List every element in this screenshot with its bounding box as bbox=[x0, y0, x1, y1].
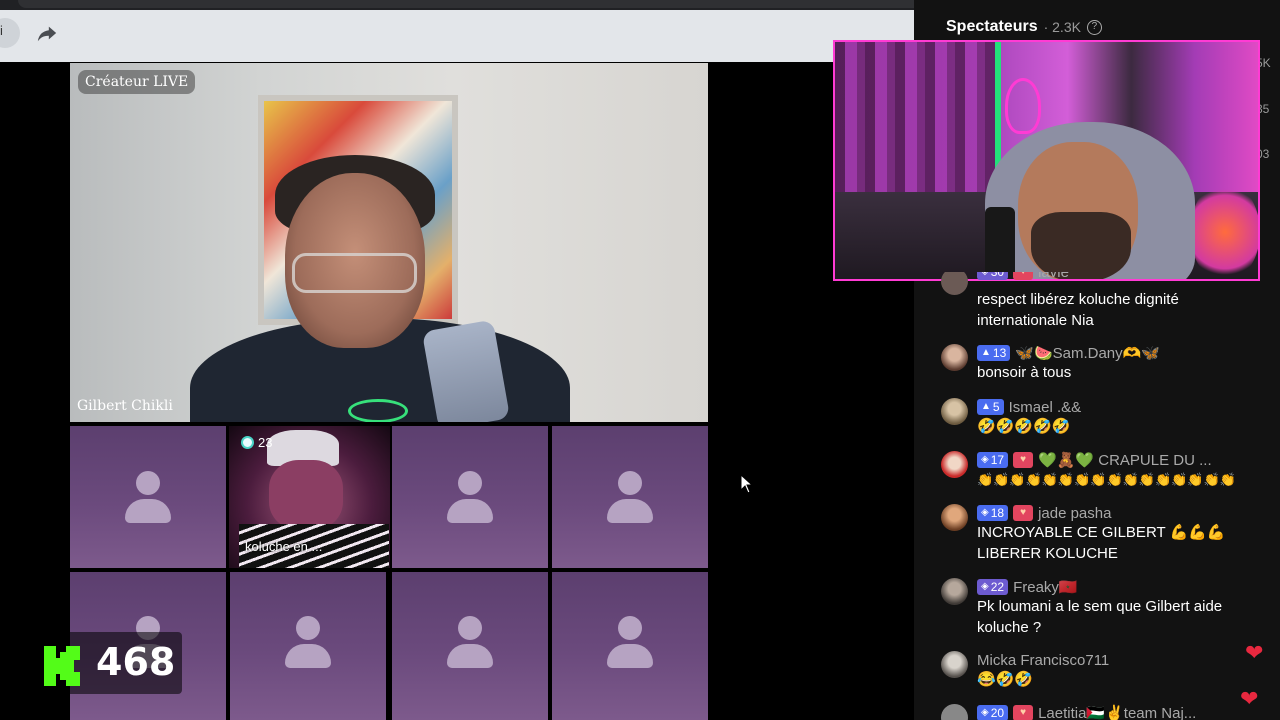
person-placeholder-icon-body bbox=[607, 644, 653, 668]
chat-text: INCROYABLE CE GILBERT 💪💪💪 LIBERER KOLUCH… bbox=[977, 524, 1226, 562]
empty-guest-slot[interactable] bbox=[230, 572, 386, 720]
person-placeholder-icon bbox=[458, 471, 482, 495]
host-glasses bbox=[292, 253, 417, 293]
floating-heart-icon: ❤ bbox=[1245, 640, 1264, 665]
streamer-webcam bbox=[833, 40, 1260, 281]
chat-text: 👏👏👏👏👏👏👏👏👏👏👏👏👏👏👏👏 bbox=[977, 472, 1236, 487]
person-placeholder-icon-body bbox=[447, 499, 493, 523]
chat-text: bonsoir à tous bbox=[977, 364, 1072, 381]
share-arrow-icon bbox=[37, 26, 57, 42]
chat-username[interactable]: 💚🧸💚 CRAPULE DU ... bbox=[1038, 451, 1212, 469]
chat-meta: ◈ 22 Freaky🇲🇦 bbox=[977, 578, 1078, 596]
heart-badge-icon: ♥ bbox=[1013, 272, 1034, 280]
guest-gem-badge: 23 bbox=[241, 435, 272, 450]
person-placeholder-icon bbox=[136, 471, 160, 495]
avatar[interactable] bbox=[941, 451, 968, 478]
chat-username[interactable]: 🦋🍉Sam.Dany🫶🦋 bbox=[1015, 344, 1160, 362]
avatar[interactable] bbox=[941, 578, 968, 605]
chat-username[interactable]: Freaky🇲🇦 bbox=[1013, 578, 1078, 596]
guest-face bbox=[269, 460, 343, 530]
avatar[interactable] bbox=[941, 272, 968, 295]
avatar[interactable] bbox=[941, 651, 968, 678]
avatar[interactable] bbox=[941, 344, 968, 371]
chat-username[interactable]: lavie bbox=[1038, 272, 1069, 281]
avatar[interactable] bbox=[941, 704, 968, 720]
gem-icon bbox=[241, 436, 254, 449]
floating-heart-icon: ❤ bbox=[1240, 686, 1259, 711]
mic-light bbox=[348, 399, 408, 422]
chat-username[interactable]: Laetitia🇵🇸✌️team Naj... bbox=[1038, 704, 1196, 720]
microphone bbox=[985, 207, 1015, 279]
back-glyph: i bbox=[0, 23, 3, 38]
chat-meta: ◈30 ♥ lavie bbox=[977, 272, 1069, 281]
player-toolbar: i bbox=[0, 10, 914, 62]
guest-video-slot[interactable]: 23 koluche en ... bbox=[229, 426, 390, 568]
chat-meta: ◈ 20 ♥ Laetitia🇵🇸✌️team Naj... bbox=[977, 704, 1196, 720]
level-badge: ▲ 13 bbox=[977, 345, 1011, 361]
viewers-count: · 2.3K bbox=[1043, 19, 1081, 35]
level-badge: ◈ 20 bbox=[977, 705, 1009, 720]
empty-guest-slot[interactable] bbox=[70, 426, 226, 568]
chat-username[interactable]: Ismael .&& bbox=[1009, 399, 1082, 416]
chat-text: Pk loumani a le sem que Gilbert aide kol… bbox=[977, 598, 1223, 636]
guest-name-label: koluche en ... bbox=[245, 539, 323, 554]
person-placeholder-icon-body bbox=[447, 644, 493, 668]
avatar[interactable] bbox=[941, 504, 968, 531]
mouse-cursor-icon bbox=[740, 474, 754, 494]
level-badge: ◈ 18 bbox=[977, 505, 1009, 521]
host-video[interactable] bbox=[70, 63, 708, 422]
streamer-beard bbox=[1031, 212, 1131, 279]
level-badge: ◈30 bbox=[977, 272, 1009, 280]
heart-badge-icon: ♥ bbox=[1013, 452, 1034, 468]
empty-guest-slot[interactable] bbox=[552, 572, 708, 720]
share-button[interactable] bbox=[32, 18, 66, 48]
person-placeholder-icon bbox=[458, 616, 482, 640]
chat-text: 😂🤣🤣 bbox=[977, 671, 1034, 688]
chat-username[interactable]: Micka Francisco711 bbox=[977, 652, 1109, 669]
level-badge: ◈ 17 bbox=[977, 452, 1009, 468]
kick-logo-icon bbox=[44, 646, 80, 686]
plant-light bbox=[1190, 182, 1258, 279]
person-placeholder-icon-body bbox=[285, 644, 331, 668]
chat-meta: Micka Francisco711 bbox=[977, 651, 1109, 669]
kick-viewer-counter: 468 bbox=[36, 632, 182, 694]
person-placeholder-icon bbox=[618, 616, 642, 640]
chat-meta: ◈ 17 ♥ 💚🧸💚 CRAPULE DU ... bbox=[977, 451, 1212, 469]
chat-meta: ▲ 5 Ismael .&& bbox=[977, 398, 1081, 416]
level-badge: ◈ 22 bbox=[977, 579, 1009, 595]
viewers-title: Spectateurs bbox=[946, 18, 1038, 35]
person-placeholder-icon bbox=[296, 616, 320, 640]
viewers-header: Spectateurs · 2.3K ? bbox=[946, 18, 1102, 36]
chat-meta: ◈ 18 ♥ jade pasha bbox=[977, 504, 1111, 522]
chat-text: respect libérez koluche dignité internat… bbox=[977, 291, 1179, 329]
heart-badge-icon: ♥ bbox=[1013, 505, 1034, 521]
chat-list[interactable]: ◈30 ♥ lavie respect libérez koluche dign… bbox=[928, 272, 1280, 720]
chat-username[interactable]: jade pasha bbox=[1038, 505, 1111, 522]
creator-live-badge: Créateur LIVE bbox=[78, 70, 196, 94]
viewer-count: 468 bbox=[96, 640, 176, 684]
heart-badge-icon: ♥ bbox=[1013, 705, 1034, 720]
avatar[interactable] bbox=[941, 398, 968, 425]
neon-sign bbox=[1005, 78, 1041, 134]
host-name-label: Gilbert Chikli bbox=[77, 398, 173, 414]
back-button[interactable]: i bbox=[0, 18, 20, 48]
level-badge: ▲ 5 bbox=[977, 399, 1004, 415]
person-placeholder-icon bbox=[618, 471, 642, 495]
chat-text: 🤣🤣🤣🤣🤣 bbox=[977, 418, 1071, 435]
person-placeholder-icon-body bbox=[607, 499, 653, 523]
empty-guest-slot[interactable] bbox=[392, 426, 548, 568]
guest-gem-count: 23 bbox=[258, 435, 273, 450]
person-placeholder-icon-body bbox=[125, 499, 171, 523]
empty-guest-slot[interactable] bbox=[392, 572, 548, 720]
chat-meta: ▲ 13 🦋🍉Sam.Dany🫶🦋 bbox=[977, 344, 1160, 362]
question-circle-icon[interactable]: ? bbox=[1086, 19, 1102, 35]
empty-guest-slot[interactable] bbox=[552, 426, 708, 568]
